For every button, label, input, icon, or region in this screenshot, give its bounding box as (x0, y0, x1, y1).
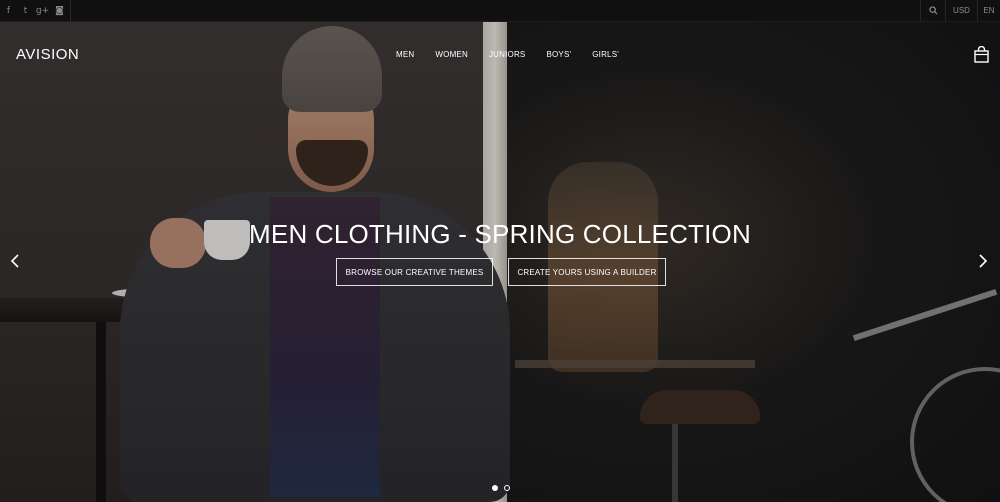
instagram-icon[interactable]: ◙ (51, 0, 68, 21)
slide-dot-2[interactable] (504, 485, 510, 491)
social-links: f t g+ ◙ (0, 0, 71, 21)
currency-selector[interactable]: USD (945, 0, 977, 21)
google-plus-icon[interactable]: g+ (34, 0, 51, 21)
shopping-bag-icon[interactable] (974, 45, 989, 63)
facebook-icon[interactable]: f (0, 0, 17, 21)
hero-overlay (0, 22, 1000, 502)
hero-headline: MEN CLOTHING - SPRING COLLECTION (249, 219, 751, 249)
search-icon[interactable] (920, 0, 945, 21)
page: f t g+ ◙ USD EN AVISION MEN WOMEN JUNIOR… (0, 0, 1000, 502)
social-divider (70, 0, 71, 21)
hero-slide-image (0, 22, 1000, 502)
nav-item-women[interactable]: WOMEN (435, 50, 468, 59)
chevron-left-icon[interactable] (9, 252, 21, 270)
create-builder-button[interactable]: CREATE YOURS USING A BUILDER (508, 258, 666, 286)
slider-pagination (492, 485, 516, 491)
chevron-right-icon[interactable] (977, 252, 989, 270)
site-logo[interactable]: AVISION (16, 46, 79, 63)
browse-themes-button[interactable]: BROWSE OUR CREATIVE THEMES (336, 258, 493, 286)
nav-item-boys[interactable]: BOYS' (546, 50, 571, 59)
nav-item-girls[interactable]: GIRLS' (592, 50, 619, 59)
utility-menu: USD EN (920, 0, 1000, 21)
top-bar: f t g+ ◙ USD EN (0, 0, 1000, 22)
twitter-icon[interactable]: t (17, 0, 34, 21)
main-nav: MEN WOMEN JUNIORS BOYS' GIRLS' (396, 50, 640, 59)
nav-item-juniors[interactable]: JUNIORS (489, 50, 526, 59)
slide-dot-1[interactable] (492, 485, 498, 491)
language-selector[interactable]: EN (977, 0, 1000, 21)
nav-item-men[interactable]: MEN (396, 50, 414, 59)
